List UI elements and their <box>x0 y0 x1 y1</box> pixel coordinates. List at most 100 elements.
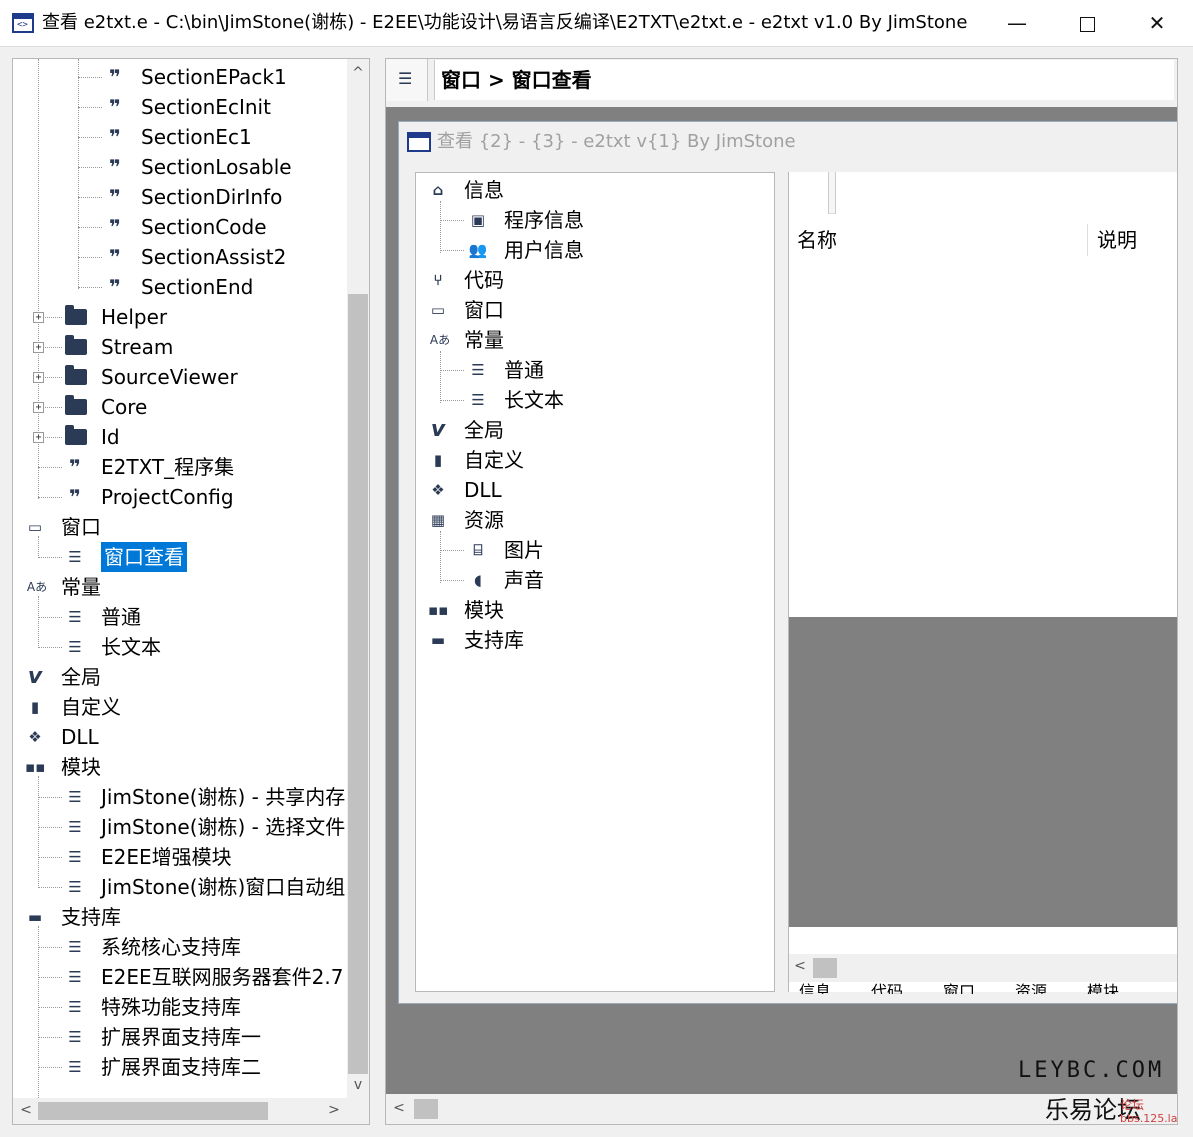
tree-item[interactable]: ▬ 支持库 <box>13 902 348 932</box>
tree-item[interactable]: ▬ 支持库 <box>416 625 774 655</box>
tree-item[interactable]: Aあ 常量 <box>13 572 348 602</box>
tree-item-label: JimStone(谢栋) - 选择文件 <box>101 815 346 839</box>
grid-icon: ▪▪ <box>25 758 46 776</box>
left-horizontal-scrollbar[interactable]: < > <box>13 1098 348 1124</box>
column-header-name[interactable]: 名称 <box>797 220 837 260</box>
tree-item[interactable]: ❞ SectionEc1 <box>13 122 348 152</box>
tree-item[interactable]: ❖ DLL <box>13 722 348 752</box>
tree-item[interactable]: ☰ 普通 <box>13 602 348 632</box>
tree-item[interactable]: ☰ 普通 <box>416 355 774 385</box>
tab-window[interactable]: 窗口 <box>943 982 975 994</box>
expand-icon[interactable]: + <box>33 372 44 383</box>
tree-item[interactable]: ☰ JimStone(谢栋)窗口自动组 <box>13 872 348 902</box>
tree-item[interactable]: v 全局 <box>13 662 348 692</box>
tab-resource[interactable]: 资源 <box>1015 982 1047 994</box>
toolbar-field[interactable] <box>835 172 1177 214</box>
tree-item[interactable]: ☰ 系统核心支持库 <box>13 932 348 962</box>
tree-item[interactable]: ⌂ 信息 <box>416 175 774 205</box>
tree-item[interactable]: ❖ DLL <box>416 475 774 505</box>
toolbar-button[interactable] <box>789 172 829 214</box>
scroll-thumb[interactable] <box>348 294 368 1074</box>
tree-item[interactable]: ☰ 扩展界面支持库一 <box>13 1022 348 1052</box>
expand-icon[interactable]: + <box>33 402 44 413</box>
tree-item[interactable]: ☰ 长文本 <box>416 385 774 415</box>
child-list-panel: 名称 说明 < 信息 代码 窗口 资源 模块 <box>788 172 1177 994</box>
folder-icon <box>65 335 87 355</box>
tree-item[interactable]: v 全局 <box>416 415 774 445</box>
expand-icon[interactable]: + <box>33 342 44 353</box>
dropbox-icon: ❖ <box>431 481 445 499</box>
tree-item[interactable]: ☰ E2EE增强模块 <box>13 842 348 872</box>
tree-item[interactable]: ❞ SectionEcInit <box>13 92 348 122</box>
quote-icon: ❞ <box>109 125 121 149</box>
tree-item[interactable]: Id <box>13 422 348 452</box>
close-button[interactable]: ✕ <box>1122 0 1192 47</box>
tree-item[interactable]: ▣ 程序信息 <box>416 205 774 235</box>
left-vertical-scrollbar[interactable]: ^ v <box>347 59 369 1099</box>
tree-item[interactable]: ▮ 自定义 <box>13 692 348 722</box>
tree-item[interactable]: ▭ 窗口 <box>13 512 348 542</box>
tree-item[interactable]: ❞ SectionLosable <box>13 152 348 182</box>
tab-module[interactable]: 模块 <box>1087 982 1119 994</box>
tree-item[interactable]: ☰ E2EE互联网服务器套件2.7 <box>13 962 348 992</box>
tree-item[interactable]: ❞ SectionAssist2 <box>13 242 348 272</box>
hscroll-thumb[interactable] <box>38 1102 268 1120</box>
nav-list-button[interactable]: ☰ <box>386 59 428 101</box>
tree-item[interactable]: ⑂ 代码 <box>416 265 774 295</box>
tree-item-label: 窗口 <box>61 515 101 539</box>
tree-item[interactable]: Core <box>13 392 348 422</box>
scroll-right-icon[interactable]: > <box>323 1102 345 1118</box>
quote-icon: ❞ <box>109 215 121 239</box>
scroll-left-icon[interactable]: < <box>15 1102 37 1118</box>
tree-item[interactable]: ☰ 扩展界面支持库二 <box>13 1052 348 1082</box>
child-horizontal-scrollbar[interactable]: < <box>789 954 1177 982</box>
scroll-left-icon[interactable]: < <box>789 958 811 974</box>
v-icon: v <box>27 664 43 689</box>
child-window: 查看 {2} - {3} - e2txt v{1} By JimStone ⌂ 信… <box>398 121 1177 1004</box>
column-header-desc[interactable]: 说明 <box>1097 220 1137 260</box>
watermark-domain: LEYBC.COM <box>1018 1058 1165 1083</box>
hscroll-thumb[interactable] <box>813 958 837 978</box>
tab-code[interactable]: 代码 <box>871 982 903 994</box>
expand-icon[interactable]: + <box>33 312 44 323</box>
tree-item[interactable]: ◖ 声音 <box>416 565 774 595</box>
tree-item[interactable]: ☰ JimStone(谢栋) - 选择文件 <box>13 812 348 842</box>
tree-item[interactable]: ❞ SectionDirInfo <box>13 182 348 212</box>
tree-item[interactable]: ❞ SectionEPack1 <box>13 62 348 92</box>
tree-item[interactable]: SourceViewer <box>13 362 348 392</box>
dropbox-icon: ❖ <box>28 728 42 746</box>
tree-item[interactable]: ❞ SectionCode <box>13 212 348 242</box>
tree-item[interactable]: Helper <box>13 302 348 332</box>
scroll-down-icon[interactable]: v <box>347 1077 369 1093</box>
tree-item[interactable]: ❞ ProjectConfig <box>13 482 348 512</box>
tree-item[interactable]: ▦ 资源 <box>416 505 774 535</box>
tree-item[interactable]: ☰ 长文本 <box>13 632 348 662</box>
tree-item[interactable]: Aあ 常量 <box>416 325 774 355</box>
tree-item-label: 全局 <box>464 418 504 442</box>
tree-item[interactable]: ❞ SectionEnd <box>13 272 348 302</box>
expand-icon[interactable]: + <box>33 432 44 443</box>
tree-item[interactable]: ▪▪ 模块 <box>13 752 348 782</box>
tree-item[interactable]: ❞ E2TXT_程序集 <box>13 452 348 482</box>
hscroll-thumb[interactable] <box>414 1099 438 1119</box>
tree-item[interactable]: ☰ 窗口查看 <box>13 542 348 572</box>
tree-item[interactable]: 👥 用户信息 <box>416 235 774 265</box>
minimize-button[interactable]: — <box>982 0 1052 47</box>
tree-item[interactable]: ▮ 自定义 <box>416 445 774 475</box>
tree-item[interactable]: Stream <box>13 332 348 362</box>
scroll-left-icon[interactable]: < <box>388 1100 410 1116</box>
list-icon: ☰ <box>68 878 82 896</box>
scroll-up-icon[interactable]: ^ <box>347 65 369 81</box>
tree-item[interactable]: ☰ JimStone(谢栋) - 共享内存 <box>13 782 348 812</box>
sound-icon: ◖ <box>474 571 482 589</box>
tab-info[interactable]: 信息 <box>799 982 831 994</box>
image-icon: ⌸ <box>473 541 483 559</box>
tree-item[interactable]: ▪▪ 模块 <box>416 595 774 625</box>
maximize-button[interactable] <box>1052 0 1122 47</box>
tree-item[interactable]: ☰ 特殊功能支持库 <box>13 992 348 1022</box>
tree-item-label: E2EE互联网服务器套件2.7 <box>101 965 344 989</box>
tree-item[interactable]: ▭ 窗口 <box>416 295 774 325</box>
tree-item[interactable]: ⌸ 图片 <box>416 535 774 565</box>
watermark-url: bbs.125.la <box>1120 1112 1178 1125</box>
left-tree-pane: ❞ SectionEPack1 ❞ SectionEcInit ❞ SectionEc1 ❞… <box>12 58 370 1125</box>
